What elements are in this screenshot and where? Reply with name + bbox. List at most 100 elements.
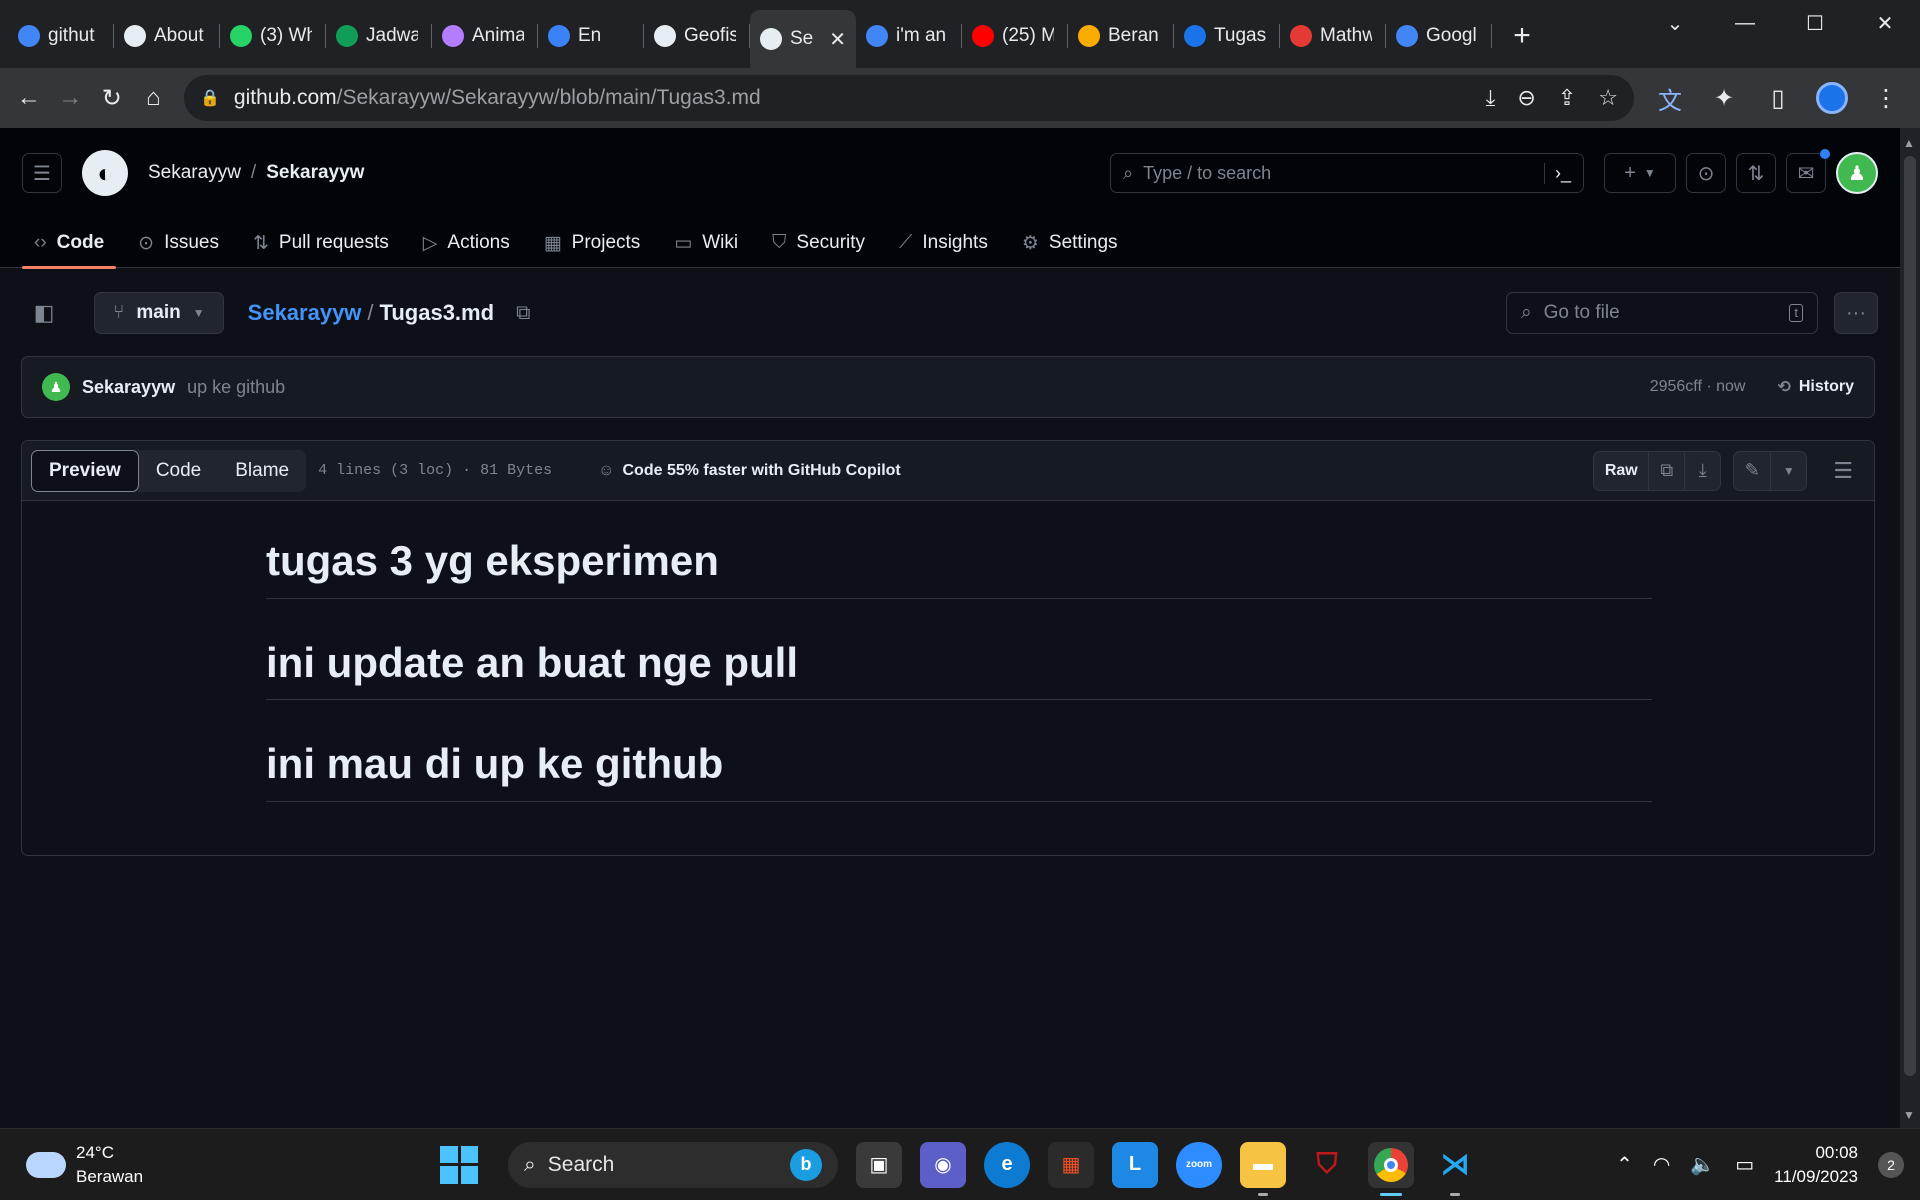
lumafusion-icon[interactable]: L <box>1112 1141 1158 1188</box>
notification-badge[interactable]: 2 <box>1878 1151 1904 1178</box>
tab-insights[interactable]: ⟋ Insights <box>885 218 1002 268</box>
mcafee-icon[interactable]: ⛉ <box>1304 1142 1350 1188</box>
edit-pencil-icon[interactable]: ✎ <box>1734 452 1770 490</box>
browser-tab[interactable]: Tugas <box>1174 10 1280 62</box>
go-to-file-input[interactable]: ⌕ Go to file t <box>1506 292 1818 334</box>
clock[interactable]: 00:08 11/09/2023 <box>1774 1141 1858 1189</box>
tab-search-icon[interactable]: ⌄ <box>1640 0 1710 46</box>
file-tree-toggle-icon[interactable]: ◧ <box>22 291 66 335</box>
new-tab-button[interactable]: + <box>1498 12 1546 60</box>
microsoft-store-icon[interactable]: ▦ <box>1048 1141 1094 1188</box>
page-scrollbar[interactable]: ▲ ▼ <box>1900 128 1920 1128</box>
copy-path-icon[interactable]: ⧉ <box>516 302 530 325</box>
outline-list-icon[interactable]: ☰ <box>1833 458 1853 484</box>
tab-blame[interactable]: Blame <box>218 450 306 492</box>
browser-tab[interactable]: i'm an <box>856 10 962 62</box>
browser-tab[interactable]: Beran <box>1068 10 1174 62</box>
teams-chat-icon[interactable]: ◉ <box>920 1141 966 1188</box>
github-logo-icon[interactable]: ◐ <box>82 150 128 196</box>
chrome-icon[interactable] <box>1368 1141 1414 1196</box>
weather-widget[interactable]: 24°C Berawan <box>26 1141 226 1189</box>
tab-security[interactable]: ⛉ Security <box>758 218 879 268</box>
create-new-button[interactable]: + ▼ <box>1604 153 1676 193</box>
home-button[interactable]: ⌂ <box>137 76 171 120</box>
extensions-puzzle-icon[interactable]: ✦ <box>1702 76 1746 120</box>
wifi-icon[interactable]: ◠ <box>1653 1152 1670 1177</box>
scrollbar-thumb[interactable] <box>1904 156 1916 1076</box>
bing-icon[interactable]: b <box>790 1148 822 1181</box>
volume-icon[interactable]: 🔈 <box>1690 1152 1715 1177</box>
reload-button[interactable]: ↻ <box>95 76 129 120</box>
more-options-button[interactable]: ··· <box>1834 292 1878 334</box>
copilot-promo[interactable]: ☺ Code 55% faster with GitHub Copilot <box>598 462 901 480</box>
commit-meta[interactable]: 2956cff · now <box>1650 378 1746 396</box>
global-search-input[interactable]: ⌕ Type / to search ›_ <box>1110 153 1584 193</box>
tab-pull-requests[interactable]: ⇅ Pull requests <box>239 218 403 268</box>
path-repo-link[interactable]: Sekarayyw <box>248 300 362 325</box>
commit-author[interactable]: Sekarayyw <box>82 377 175 398</box>
google-icon <box>866 25 888 47</box>
history-button[interactable]: ⟲ History <box>1777 377 1854 397</box>
browser-tab[interactable]: Geofis <box>644 10 750 62</box>
tab-wiki[interactable]: ▭ Wiki <box>660 218 752 268</box>
close-window-button[interactable]: ✕ <box>1850 0 1920 46</box>
browser-tab[interactable]: Jadwa <box>326 10 432 62</box>
tab-preview[interactable]: Preview <box>31 449 139 492</box>
file-explorer-icon[interactable]: ▬ <box>1240 1141 1286 1196</box>
tab-code[interactable]: Code <box>139 450 218 492</box>
tab-code[interactable]: ‹› Code <box>20 218 118 269</box>
branch-selector[interactable]: ⑂ main ▼ <box>94 292 224 334</box>
download-icon[interactable]: ⤓ <box>1684 451 1720 490</box>
browser-tab[interactable]: Googl <box>1386 10 1492 62</box>
issues-icon[interactable]: ⊙ <box>1686 153 1726 193</box>
bookmark-star-icon[interactable]: ☆ <box>1598 85 1618 111</box>
edge-icon[interactable]: e <box>984 1141 1030 1188</box>
scroll-up-icon[interactable]: ▲ <box>1903 136 1915 150</box>
browser-tab[interactable]: (3) Wh <box>220 10 326 62</box>
inbox-icon[interactable]: ✉ <box>1786 149 1830 193</box>
command-palette-icon[interactable]: ›_ <box>1543 162 1571 184</box>
forward-button[interactable]: → <box>54 76 88 120</box>
commit-author-avatar[interactable]: ♟ <box>42 373 70 401</box>
side-panel-icon[interactable]: ▯ <box>1756 76 1800 120</box>
tab-settings[interactable]: ⚙ Settings <box>1008 218 1132 268</box>
maximize-button[interactable]: ☐ <box>1780 0 1850 46</box>
task-view-icon[interactable]: ▣ <box>856 1141 902 1188</box>
back-button[interactable]: ← <box>12 76 46 120</box>
address-bar[interactable]: 🔒 github.com/Sekarayyw/Sekarayyw/blob/ma… <box>184 75 1634 121</box>
translate-extension-icon[interactable]: 文 <box>1648 76 1692 120</box>
repo-link[interactable]: Sekarayyw <box>266 162 364 183</box>
chrome-profile-avatar[interactable] <box>1816 82 1848 114</box>
close-tab-icon[interactable]: ✕ <box>829 27 846 52</box>
commit-message[interactable]: up ke github <box>187 377 285 398</box>
vscode-icon[interactable]: ⋊ <box>1432 1142 1478 1196</box>
chrome-menu-icon[interactable]: ⋮ <box>1864 76 1908 120</box>
browser-tab[interactable]: Anima <box>432 10 538 62</box>
browser-tab[interactable]: githut <box>8 10 114 62</box>
show-hidden-icons-icon[interactable]: ⌃ <box>1616 1152 1633 1177</box>
tab-issues[interactable]: ⊙ Issues <box>124 218 233 268</box>
owner-link[interactable]: Sekarayyw <box>148 162 241 183</box>
minimize-button[interactable]: — <box>1710 0 1780 46</box>
hamburger-menu-icon[interactable]: ☰ <box>22 153 62 193</box>
tab-actions[interactable]: ▷ Actions <box>409 218 524 268</box>
tab-projects[interactable]: ▦ Projects <box>530 218 655 268</box>
browser-tab[interactable]: (25) M <box>962 10 1068 62</box>
user-avatar[interactable]: ♟ <box>1836 152 1878 194</box>
raw-button[interactable]: Raw <box>1594 452 1648 490</box>
zoom-icon[interactable]: ⊖ <box>1517 85 1535 111</box>
copy-raw-icon[interactable]: ⧉ <box>1648 451 1684 490</box>
share-icon[interactable]: ⇪ <box>1558 85 1576 111</box>
browser-tab[interactable]: About <box>114 10 220 62</box>
scroll-down-icon[interactable]: ▼ <box>1903 1108 1915 1122</box>
browser-tab[interactable]: Se ✕ <box>750 10 856 68</box>
zoom-icon[interactable]: zoom <box>1176 1141 1222 1188</box>
pull-requests-icon[interactable]: ⇅ <box>1736 153 1776 193</box>
browser-tab[interactable]: Mathw <box>1280 10 1386 62</box>
windows-start-icon[interactable] <box>440 1145 478 1184</box>
chevron-down-icon[interactable]: ▼ <box>1770 451 1806 490</box>
taskbar-search[interactable]: ⌕ Search b <box>508 1141 838 1188</box>
battery-icon[interactable]: ▭ <box>1735 1152 1754 1177</box>
install-app-icon[interactable]: ⤓ <box>1486 85 1496 111</box>
browser-tab[interactable]: En <box>538 10 644 62</box>
